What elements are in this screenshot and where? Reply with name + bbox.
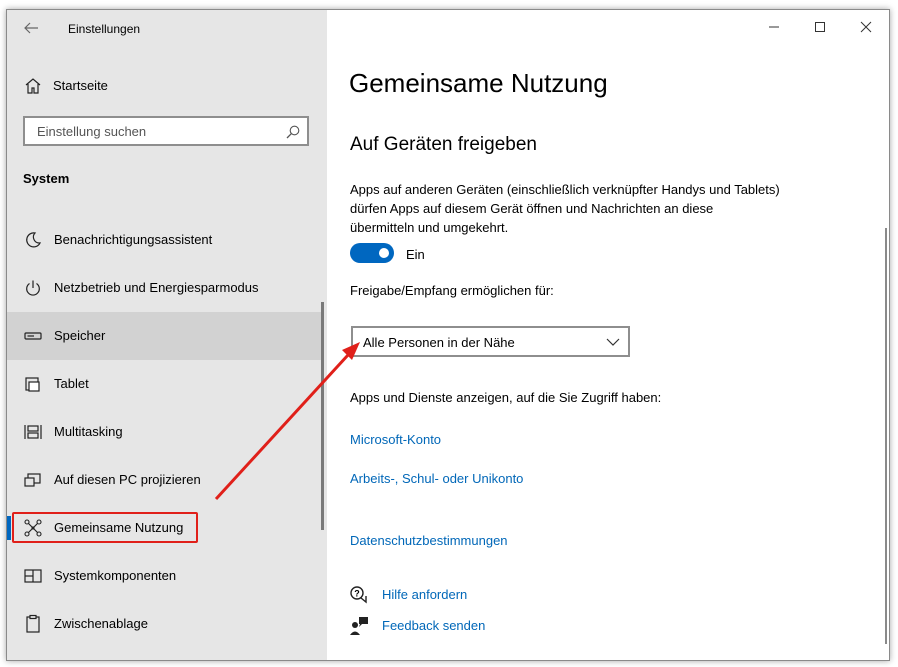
feedback-row[interactable]: Feedback senden [349,615,549,637]
home-link[interactable]: Startseite [53,78,108,93]
sidebar-scrollbar[interactable] [321,302,324,530]
home-icon[interactable] [23,76,43,96]
selection-indicator [7,516,11,540]
back-arrow-icon[interactable] [21,18,41,38]
content-pane: Gemeinsame Nutzung Auf Geräten freigeben… [327,10,889,660]
app-title: Einstellungen [68,22,141,36]
work-school-account-link[interactable]: Arbeits-, Schul- oder Unikonto [350,471,523,486]
description-text: Apps auf anderen Geräten (einschließlich… [350,182,780,235]
minimize-icon[interactable] [751,10,797,44]
sidebar-item-netzbetrieb[interactable]: Netzbetrieb und Energiesparmodus [7,264,323,312]
help-row[interactable]: ? Hilfe anfordern [349,584,549,606]
search-box[interactable] [23,116,309,146]
toggle-knob [379,248,389,258]
sidebar-item-label: Zwischenablage [54,616,148,631]
content-scrollbar[interactable] [885,228,887,644]
privacy-link[interactable]: Datenschutzbestimmungen [350,533,508,548]
sidebar-item-tablet[interactable]: Tablet [7,360,323,408]
help-icon: ? [350,586,367,604]
svg-text:?: ? [354,589,360,599]
sidebar-item-label: Benachrichtigungsassistent [54,232,213,247]
clipboard-icon [26,614,40,633]
sidebar-item-speicher[interactable]: Speicher [7,312,323,360]
apps-label: Apps und Dienste anzeigen, auf die Sie Z… [350,390,662,405]
dropdown-value: Alle Personen in der Nähe [363,335,515,350]
search-icon[interactable] [285,124,301,140]
storage-icon [24,332,42,340]
sidebar-item-label: Tablet [54,376,89,391]
feedback-link[interactable]: Feedback senden [382,618,485,633]
feedback-icon [350,617,368,635]
search-input[interactable] [35,123,279,140]
help-link[interactable]: Hilfe anfordern [382,587,467,602]
moon-icon [26,232,42,248]
share-toggle[interactable] [350,243,394,263]
maximize-icon[interactable] [797,10,843,44]
section-heading-system: System [23,171,70,186]
sidebar-item-zwischenablage[interactable]: Zwischenablage [7,600,323,648]
section-title: Auf Geräten freigeben [350,134,537,155]
share-dropdown-label: Freigabe/Empfang ermöglichen für: [350,283,554,298]
toggle-state-label: Ein [406,247,425,262]
sidebar-item-label: Multitasking [54,424,123,439]
components-icon [24,569,42,583]
settings-window: Einstellungen Startseite System Benachri… [6,9,890,661]
close-icon[interactable] [843,10,889,44]
sidebar-item-label: Auf diesen PC projizieren [54,472,201,487]
power-icon [26,280,40,296]
sidebar-item-label: Speicher [54,328,106,343]
sidebar-item-systemkomponenten[interactable]: Systemkomponenten [7,552,323,600]
tablet-icon [25,377,40,392]
sidebar: Einstellungen Startseite System Benachri… [7,10,327,660]
share-scope-dropdown[interactable]: Alle Personen in der Nähe [351,326,630,357]
chevron-down-icon [606,338,620,346]
sidebar-item-benachrichtigungsassistent[interactable]: Benachrichtigungsassistent [7,216,323,264]
project-icon [24,473,41,487]
microsoft-account-link[interactable]: Microsoft-Konto [350,432,441,447]
multitasking-icon [24,425,42,439]
sidebar-item-projizieren[interactable]: Auf diesen PC projizieren [7,456,323,504]
sidebar-item-multitasking[interactable]: Multitasking [7,408,323,456]
annotation-highlight-box [12,512,198,543]
sidebar-item-label: Systemkomponenten [54,568,177,583]
page-title: Gemeinsame Nutzung [349,68,608,98]
sidebar-item-label: Netzbetrieb und Energiesparmodus [54,280,259,295]
